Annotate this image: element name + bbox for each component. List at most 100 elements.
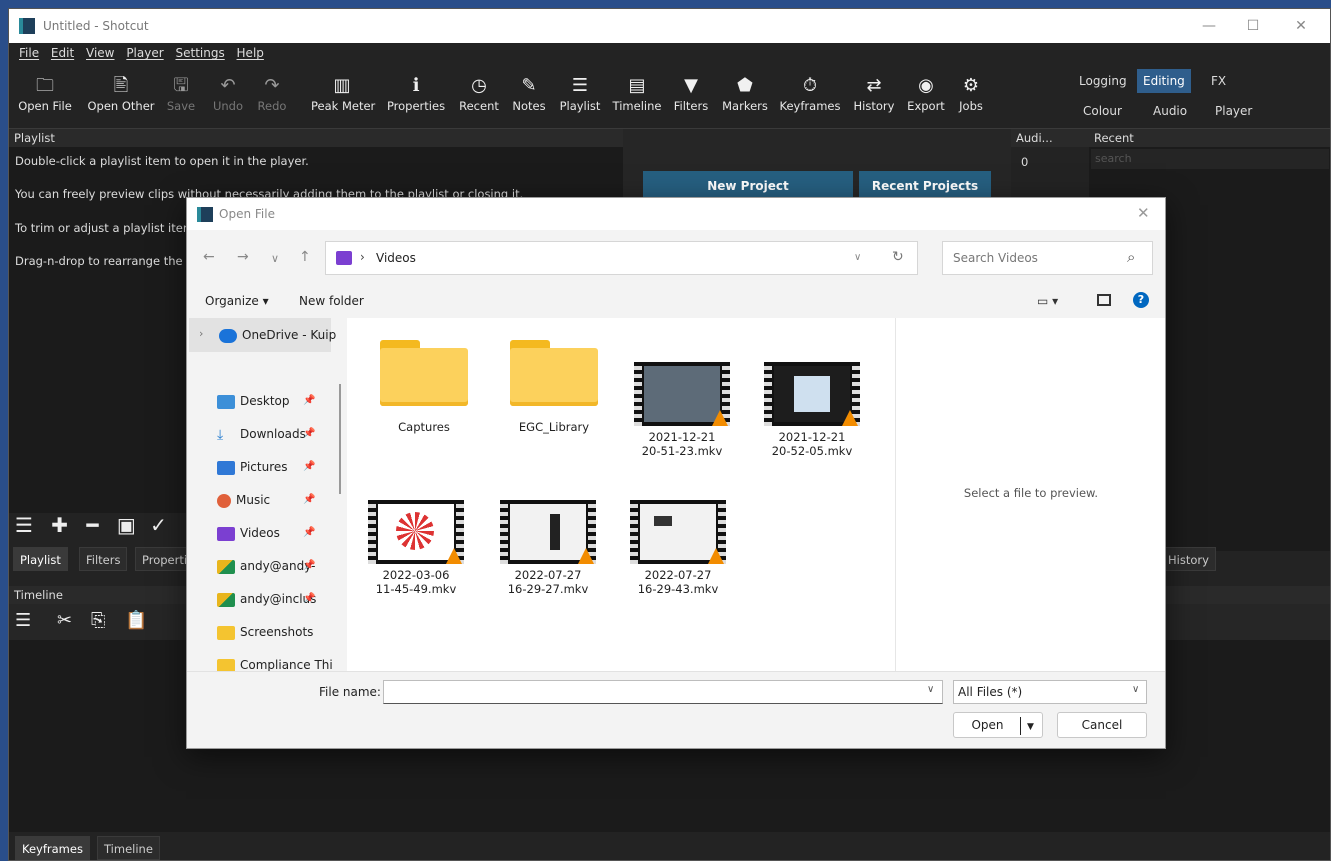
nav-compliance[interactable]: Compliance Thi [217, 652, 333, 671]
drive-icon [217, 592, 235, 607]
menu-edit[interactable]: Edit [51, 43, 74, 63]
copy-icon[interactable]: ⎘ [91, 610, 105, 631]
menu-view[interactable]: View [86, 43, 114, 63]
peak-meter-button[interactable]: ▥ Peak Meter [311, 73, 375, 113]
timeline-button[interactable]: ▤ Timeline [611, 73, 663, 113]
menu-help[interactable]: Help [237, 43, 264, 63]
timeline-menu-icon[interactable]: ☰ [15, 610, 31, 631]
nav-music[interactable]: Music 📌 [217, 487, 315, 513]
maximize-button[interactable]: ☐ [1233, 15, 1273, 37]
address-dropdown-icon[interactable]: ∨ [854, 252, 861, 263]
layout-colour[interactable]: Colour [1077, 99, 1128, 123]
recent-search-input[interactable]: search [1091, 149, 1329, 169]
pictures-icon [217, 460, 235, 475]
tab-timeline[interactable]: Timeline [97, 836, 160, 860]
folder-icon [510, 340, 598, 406]
pin-icon: 📌 [303, 395, 316, 406]
jobs-button[interactable]: ⚙ Jobs [955, 73, 987, 113]
nav-drive-andy[interactable]: andy@andy- 📌 [217, 553, 315, 579]
file-name-input[interactable] [383, 680, 943, 704]
up-arrow-icon[interactable]: ↑ [299, 249, 311, 265]
file-item-video[interactable]: 2021-12-21 20-51-23.mkv [627, 362, 737, 458]
file-name-label: File name: [319, 685, 381, 699]
layout-audio[interactable]: Audio [1147, 99, 1193, 123]
cut-icon[interactable]: ✂ [57, 610, 72, 631]
expand-chevron-icon[interactable]: › [199, 327, 203, 340]
keyframes-button[interactable]: ⏱ Keyframes [777, 73, 843, 113]
file-item-video[interactable]: 2021-12-21 20-52-05.mkv [757, 362, 867, 458]
file-type-select[interactable]: All Files (*) [953, 680, 1147, 704]
properties-button[interactable]: ℹ Properties [386, 73, 446, 113]
view-options-icon[interactable]: ▭ ▾ [1037, 294, 1058, 308]
layout-fx[interactable]: FX [1205, 69, 1232, 93]
open-file-button[interactable]: 🗀 Open File [17, 73, 73, 113]
preview-pane-icon[interactable] [1097, 294, 1111, 306]
save-button[interactable]: 🖫 Save [164, 73, 198, 113]
recent-locations-icon[interactable]: ∨ [271, 252, 279, 265]
minimize-button[interactable]: — [1189, 15, 1229, 37]
menu-settings[interactable]: Settings [175, 43, 224, 63]
dialog-close-button[interactable]: ✕ [1137, 204, 1150, 222]
menu-file[interactable]: File [19, 43, 39, 63]
list-icon: ☰ [571, 75, 589, 96]
add-icon[interactable]: ✚ [51, 513, 68, 537]
history-button[interactable]: ⇄ History [851, 73, 897, 113]
undo-button[interactable]: ↶ Undo [211, 73, 245, 113]
menu-icon[interactable]: ☰ [15, 513, 33, 537]
file-name: EGC_Library [518, 420, 590, 434]
clock-icon: ◷ [471, 75, 487, 96]
chevron-down-icon[interactable]: ∨ [927, 684, 934, 695]
nav-onedrive[interactable]: OneDrive - Kuip [219, 322, 336, 348]
file-item-video[interactable]: 2022-07-27 16-29-27.mkv [493, 500, 603, 596]
playlist-hint-3: To trim or adjust a playlist item [15, 221, 195, 235]
tab-keyframes[interactable]: Keyframes [15, 836, 90, 860]
redo-icon: ↷ [264, 75, 280, 96]
file-item-captures[interactable]: Captures [369, 340, 479, 434]
export-button[interactable]: ◉ Export [905, 73, 947, 113]
organize-button[interactable]: Organize ▾ [205, 294, 269, 308]
nav-drive-inclus[interactable]: andy@inclus 📌 [217, 586, 316, 612]
file-item-egc-library[interactable]: EGC_Library [499, 340, 609, 434]
check-icon[interactable]: ✓ [150, 513, 167, 537]
back-arrow-icon[interactable]: ← [203, 249, 215, 265]
menu-player[interactable]: Player [126, 43, 163, 63]
file-item-video[interactable]: 2022-07-27 16-29-43.mkv [623, 500, 733, 596]
nav-screenshots[interactable]: Screenshots [217, 619, 313, 645]
paste-icon[interactable]: 📋 [125, 610, 147, 631]
help-icon[interactable]: ? [1133, 292, 1149, 308]
open-other-button[interactable]: 🖹 Open Other [85, 73, 157, 113]
file-item-video[interactable]: 2022-03-06 11-45-49.mkv [361, 500, 471, 596]
info-icon: ℹ [412, 75, 420, 96]
nav-pictures[interactable]: Pictures 📌 [217, 454, 315, 480]
close-button[interactable]: ✕ [1281, 15, 1321, 37]
nav-downloads[interactable]: ⤓ Downloads 📌 [217, 421, 315, 447]
split-dropdown-icon[interactable]: ▼ [1021, 715, 1041, 739]
remove-icon[interactable]: ━ [86, 513, 98, 537]
layout-editing[interactable]: Editing [1137, 69, 1191, 93]
tab-filters[interactable]: Filters [79, 547, 128, 571]
search-input[interactable]: Search Videos ⌕ [942, 241, 1153, 275]
tab-history[interactable]: History [1161, 547, 1216, 571]
breadcrumb-videos[interactable]: Videos [376, 251, 416, 265]
notes-button[interactable]: ✎ Notes [509, 73, 549, 113]
address-bar[interactable]: › Videos ∨ ↻ [325, 241, 918, 275]
layout-logging[interactable]: Logging [1073, 69, 1133, 93]
tab-playlist[interactable]: Playlist [13, 547, 68, 571]
redo-button[interactable]: ↷ Redo [255, 73, 289, 113]
refresh-icon[interactable]: ↻ [892, 249, 904, 265]
forward-arrow-icon[interactable]: → [237, 249, 249, 265]
playlist-controls: ☰ ✚ ━ ▣ ✓ [15, 513, 167, 537]
chevron-down-icon[interactable]: ∨ [1132, 684, 1139, 695]
nav-desktop[interactable]: Desktop 📌 [217, 388, 315, 414]
recent-button[interactable]: ◷ Recent [457, 73, 501, 113]
cancel-button[interactable]: Cancel [1057, 712, 1147, 738]
nav-scrollbar[interactable] [339, 384, 341, 494]
markers-button[interactable]: ⬟ Markers [720, 73, 770, 113]
nav-videos[interactable]: Videos 📌 [217, 520, 315, 546]
filters-button[interactable]: ▼ Filters [671, 73, 711, 113]
layout-player[interactable]: Player [1209, 99, 1258, 123]
playlist-button[interactable]: ☰ Playlist [557, 73, 603, 113]
open-button[interactable]: Open ▼ [953, 712, 1043, 738]
new-folder-button[interactable]: New folder [299, 294, 364, 308]
update-icon[interactable]: ▣ [117, 513, 136, 537]
